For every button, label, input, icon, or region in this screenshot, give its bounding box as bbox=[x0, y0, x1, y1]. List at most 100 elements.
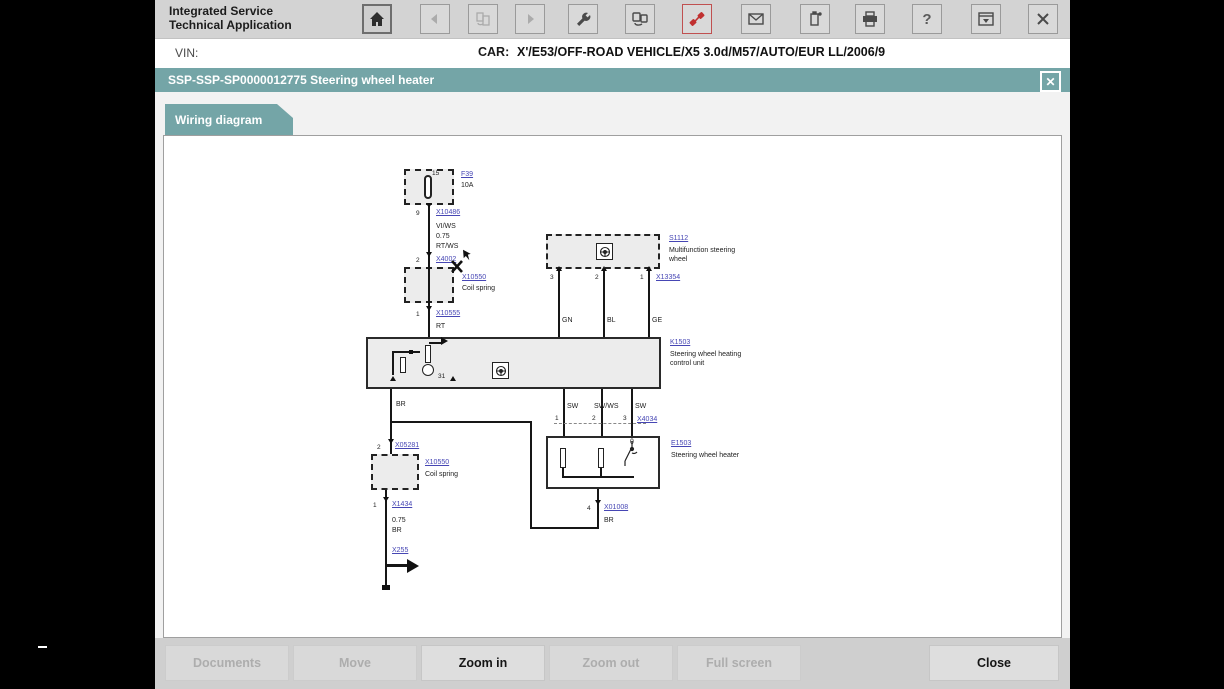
wire-heater-return-v2 bbox=[530, 421, 532, 529]
coil-top-name: Coil spring bbox=[462, 284, 495, 293]
documents-button[interactable]: Documents bbox=[165, 645, 289, 681]
wire-cu-out-3 bbox=[631, 389, 633, 436]
zoom-in-button[interactable]: Zoom in bbox=[421, 645, 545, 681]
heater-name: Steering wheel heater bbox=[671, 451, 739, 460]
heater-temp-glyph: θ bbox=[630, 438, 634, 447]
envelope-icon bbox=[746, 9, 766, 29]
operations-list-button[interactable] bbox=[468, 4, 498, 34]
connection-manager-button[interactable] bbox=[625, 4, 655, 34]
vehicle-info-row: VIN: CAR: X'/E53/OFF-ROAD VEHICLE/X5 3.0… bbox=[155, 39, 1070, 68]
close-icon bbox=[1033, 9, 1053, 29]
msw-pin-3: 3 bbox=[550, 274, 554, 281]
steering-wheel-icon bbox=[596, 243, 613, 260]
wiring-diagram-panel: 15 F39 10A 9 X10486 VI/WS 0.75 RT/WS 2 X… bbox=[163, 135, 1062, 638]
print-button[interactable] bbox=[855, 4, 885, 34]
screen-artifact-dash bbox=[38, 646, 47, 648]
fuse-pin: 15 bbox=[432, 170, 439, 177]
conn3-pin: 1 bbox=[416, 311, 420, 318]
ground-point-link[interactable]: X255 bbox=[392, 547, 408, 554]
close-button[interactable]: Close bbox=[929, 645, 1059, 681]
coil-bottom-out-link[interactable]: X1434 bbox=[392, 501, 412, 508]
fuse-symbol-icon bbox=[424, 175, 432, 199]
wire-msw-2 bbox=[603, 269, 605, 337]
back-button[interactable] bbox=[420, 4, 450, 34]
coil-spec-line1: 0.75 bbox=[392, 516, 406, 525]
ista-application-window: Integrated Service Technical Application bbox=[155, 0, 1070, 689]
cu-out-link[interactable]: X4034 bbox=[637, 416, 657, 423]
footer-button-bar: Documents Move Zoom in Zoom out Full scr… bbox=[155, 638, 1070, 689]
coil-top-link[interactable]: X10550 bbox=[462, 274, 486, 281]
connector-chevron-icon bbox=[556, 266, 562, 271]
connector-chevron-icon bbox=[388, 439, 394, 444]
conn3-wire-color: RT bbox=[436, 322, 445, 331]
wire-msw-3 bbox=[558, 269, 560, 337]
wire-cu-out-1 bbox=[563, 389, 565, 436]
cu-arrowhead-icon bbox=[450, 376, 456, 381]
conn1-link[interactable]: X10486 bbox=[436, 209, 460, 216]
connector-chevron-icon bbox=[426, 306, 432, 311]
forward-button[interactable] bbox=[515, 4, 545, 34]
cu-arrowhead-icon bbox=[390, 376, 396, 381]
connector-chevron-icon bbox=[595, 500, 601, 505]
close-app-button[interactable] bbox=[1028, 4, 1058, 34]
wire-color-gn: GN bbox=[562, 316, 573, 325]
wire-fuse-to-cu bbox=[428, 205, 430, 337]
msw-conn-link[interactable]: X13354 bbox=[656, 274, 680, 281]
heater-pin: 4 bbox=[587, 505, 591, 512]
car-value: X'/E53/OFF-ROAD VEHICLE/X5 3.0d/M57/AUTO… bbox=[517, 45, 885, 59]
msw-pin-2: 2 bbox=[595, 274, 599, 281]
cu-ground-wire-color: BR bbox=[396, 400, 406, 409]
home-icon bbox=[367, 9, 387, 29]
zoom-out-button[interactable]: Zoom out bbox=[549, 645, 673, 681]
conn3-link[interactable]: X10555 bbox=[436, 310, 460, 317]
cu-arrow-icon bbox=[441, 337, 448, 345]
battery-icon bbox=[805, 9, 825, 29]
wrench-icon bbox=[573, 9, 593, 29]
cu-out-pin-1: 1 bbox=[555, 415, 559, 422]
msw-link[interactable]: S1112 bbox=[669, 235, 688, 242]
document-close-button[interactable]: ✕ bbox=[1040, 71, 1061, 92]
wire-coil-to-ground bbox=[385, 490, 387, 588]
displays-icon bbox=[630, 9, 650, 29]
cu-link[interactable]: K1503 bbox=[670, 339, 690, 346]
help-icon: ? bbox=[917, 9, 937, 29]
coil-bottom-link[interactable]: X05281 bbox=[395, 442, 419, 449]
full-screen-button[interactable]: Full screen bbox=[677, 645, 801, 681]
wire-heater-return-h1 bbox=[530, 527, 599, 529]
workshop-button[interactable] bbox=[568, 4, 598, 34]
coil-spec-line2: BR bbox=[392, 526, 402, 535]
control-unit-box bbox=[366, 337, 661, 389]
document-title: SSP-SSP-SP0000012775 Steering wheel heat… bbox=[168, 73, 434, 87]
messages-button[interactable] bbox=[741, 4, 771, 34]
minimize-window-button[interactable] bbox=[971, 4, 1001, 34]
battery-status-button[interactable] bbox=[800, 4, 830, 34]
msw-pin-1: 1 bbox=[640, 274, 644, 281]
tab-wiring-diagram[interactable]: Wiring diagram bbox=[165, 104, 293, 135]
home-button[interactable] bbox=[362, 4, 392, 34]
conn1-pin: 9 bbox=[416, 210, 420, 217]
cu-out-wire-2: SW/WS bbox=[594, 402, 619, 411]
conn2-pin: 2 bbox=[416, 257, 420, 264]
cu-junction-dot bbox=[409, 350, 413, 354]
fuse-rating: 10A bbox=[461, 181, 473, 190]
heater-link[interactable]: E1503 bbox=[671, 440, 691, 447]
cu-pin-31: 31 bbox=[438, 373, 445, 380]
wire-color-ge: GE bbox=[652, 316, 662, 325]
help-button[interactable]: ? bbox=[912, 4, 942, 34]
move-button[interactable]: Move bbox=[293, 645, 417, 681]
cu-internal-wire bbox=[429, 342, 441, 344]
connector-dash-line bbox=[554, 423, 646, 424]
vehicle-disconnect-button[interactable] bbox=[682, 4, 712, 34]
wire-heater-return-v1 bbox=[597, 489, 599, 529]
wire-spec1-line2: 0.75 bbox=[436, 232, 450, 241]
cu-internal-wire bbox=[392, 351, 420, 353]
coil-bottom-comp-link[interactable]: X10550 bbox=[425, 459, 449, 466]
cu-out-wire-3: SW bbox=[635, 402, 646, 411]
wire-ground-stub bbox=[385, 564, 409, 567]
forward-icon bbox=[521, 10, 539, 28]
car-label: CAR: bbox=[478, 45, 509, 59]
fuse-link[interactable]: F39 bbox=[461, 171, 473, 178]
back-icon bbox=[426, 10, 444, 28]
wire-cu-out-2 bbox=[601, 389, 603, 436]
heater-conn-link[interactable]: X01008 bbox=[604, 504, 628, 511]
